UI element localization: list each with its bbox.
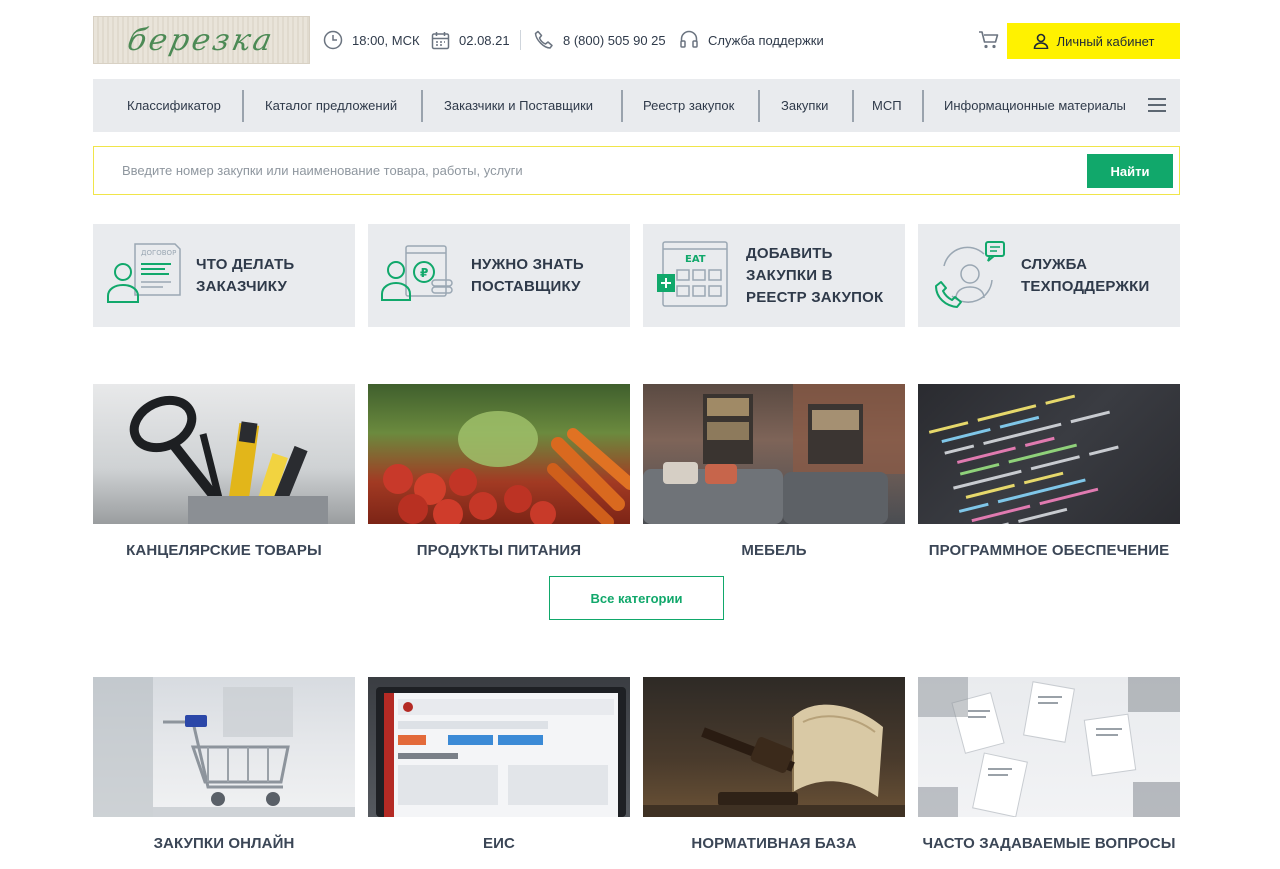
feature-tile-title: Что делать заказчику bbox=[196, 255, 295, 295]
category-label: Продукты питания bbox=[416, 542, 582, 559]
service-card-eis[interactable]: ЕИС bbox=[368, 677, 630, 852]
search-input[interactable] bbox=[94, 147, 1074, 194]
service-card-faq[interactable]: Часто задаваемые вопросы bbox=[918, 677, 1180, 852]
nav-divider bbox=[621, 90, 623, 122]
time-info: 18:00, МСК bbox=[323, 28, 420, 52]
category-label: Программное обеспечение bbox=[928, 542, 1170, 559]
service-label: Нормативная база bbox=[691, 835, 857, 852]
calendar-icon bbox=[431, 31, 450, 49]
phone-icon bbox=[534, 30, 553, 49]
personal-account-button[interactable]: Личный кабинет bbox=[1007, 23, 1180, 59]
current-time: 18:00, МСК bbox=[352, 32, 420, 48]
supplier-payment-icon: ₽ bbox=[381, 245, 453, 301]
nav-item-msp[interactable]: МСП bbox=[872, 79, 902, 132]
feature-tile-add-to-registry[interactable]: EAT Добавить закупки в реестр закупок bbox=[643, 224, 905, 327]
gavel-book-image bbox=[643, 677, 905, 817]
category-card-furniture[interactable]: Мебель bbox=[643, 384, 905, 559]
category-card-food[interactable]: Продукты питания bbox=[368, 384, 630, 559]
date-info: 02.08.21 bbox=[431, 28, 510, 52]
feature-tile-title: Нужно знать поставщику bbox=[471, 255, 584, 295]
stationery-image bbox=[93, 384, 355, 524]
feature-tile-customer[interactable]: ДОГОВОР Что делать заказчику bbox=[93, 224, 355, 327]
site-header: березка 18:00, МСК 02.08.21 8 (800) 505 … bbox=[93, 16, 1180, 64]
nav-item-purchases[interactable]: Закупки bbox=[781, 79, 828, 132]
nav-divider bbox=[852, 90, 854, 122]
food-image bbox=[368, 384, 630, 524]
personal-account-label: Личный кабинет bbox=[1056, 33, 1155, 49]
contract-icon: ДОГОВОР bbox=[107, 243, 181, 303]
contract-icon-caption: ДОГОВОР bbox=[141, 249, 176, 257]
eis-laptop-image bbox=[368, 677, 630, 817]
cart-icon[interactable] bbox=[978, 29, 1000, 51]
all-categories-button[interactable]: Все категории bbox=[549, 576, 724, 620]
phone-info[interactable]: 8 (800) 505 90 25 bbox=[534, 28, 666, 52]
category-card-stationery[interactable]: Канцелярские товары bbox=[93, 384, 355, 559]
nav-item-info-materials[interactable]: Информационные материалы bbox=[944, 79, 1126, 132]
nav-divider bbox=[922, 90, 924, 122]
nav-item-catalog[interactable]: Каталог предложений bbox=[265, 79, 397, 132]
menu-hamburger-icon[interactable] bbox=[1148, 98, 1166, 112]
nav-divider bbox=[758, 90, 760, 122]
nav-item-purchase-registry[interactable]: Реестр закупок bbox=[643, 79, 734, 132]
service-label: Закупки онлайн bbox=[153, 835, 295, 852]
header-divider bbox=[520, 30, 521, 50]
shopping-cart-image bbox=[93, 677, 355, 817]
feature-tile-tech-support[interactable]: Служба техподдержки bbox=[918, 224, 1180, 327]
user-icon bbox=[1033, 33, 1048, 49]
site-logo[interactable]: березка bbox=[93, 16, 310, 64]
nav-item-customers-suppliers[interactable]: Заказчики и Поставщики bbox=[444, 79, 593, 132]
support-label[interactable]: Служба поддержки bbox=[708, 33, 824, 48]
main-navigation: Классификатор Каталог предложений Заказч… bbox=[93, 79, 1180, 132]
support-operator-icon bbox=[935, 241, 1005, 308]
feature-tile-title: Служба техподдержки bbox=[1021, 255, 1150, 295]
nav-item-classifier[interactable]: Классификатор bbox=[127, 79, 221, 132]
service-card-regulatory-base[interactable]: Нормативная база bbox=[643, 677, 905, 852]
service-label: Часто задаваемые вопросы bbox=[922, 835, 1176, 852]
meeting-table-image bbox=[918, 677, 1180, 817]
service-card-online-purchases[interactable]: Закупки онлайн bbox=[93, 677, 355, 852]
category-card-software[interactable]: Программное обеспечение bbox=[918, 384, 1180, 559]
svg-text:₽: ₽ bbox=[420, 266, 428, 280]
logo-text: березка bbox=[124, 22, 279, 58]
registry-icon-caption: EAT bbox=[685, 254, 706, 265]
nav-divider bbox=[242, 90, 244, 122]
feature-tile-title: Добавить закупки в реестр закупок bbox=[746, 244, 884, 306]
registry-add-icon: EAT bbox=[657, 241, 728, 307]
current-date: 02.08.21 bbox=[459, 32, 510, 48]
nav-divider bbox=[421, 90, 423, 122]
search-button[interactable]: Найти bbox=[1087, 154, 1173, 188]
service-label: ЕИС bbox=[483, 835, 515, 852]
category-label: Мебель bbox=[741, 542, 807, 559]
headset-icon bbox=[680, 30, 698, 48]
phone-number[interactable]: 8 (800) 505 90 25 bbox=[563, 33, 666, 48]
support-link[interactable]: Служба поддержки bbox=[679, 28, 824, 52]
category-label: Канцелярские товары bbox=[126, 542, 322, 559]
feature-tile-supplier[interactable]: ₽ Нужно знать поставщику bbox=[368, 224, 630, 327]
clock-icon bbox=[323, 30, 343, 50]
furniture-image bbox=[643, 384, 905, 524]
software-image bbox=[918, 384, 1180, 524]
search-bar: Найти bbox=[93, 146, 1180, 195]
